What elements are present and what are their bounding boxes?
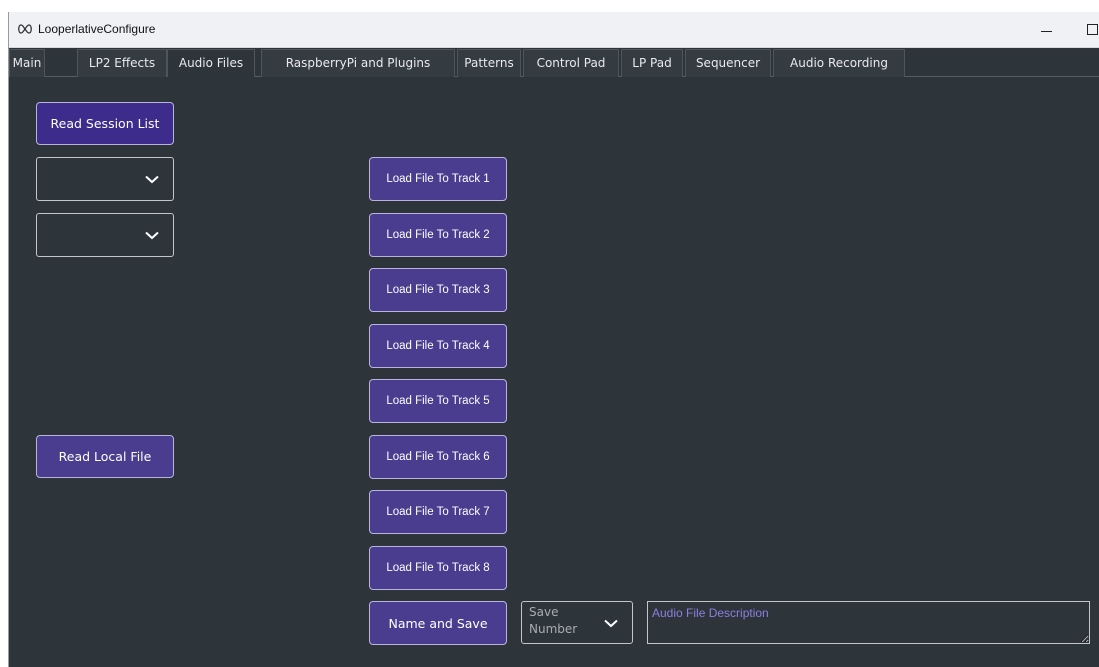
app-window: LooperlativeConfigure Main LP2 Effects A… — [8, 12, 1099, 667]
chevron-down-icon — [145, 175, 159, 184]
title-bar: LooperlativeConfigure — [9, 12, 1099, 48]
read-local-file-button[interactable]: Read Local File — [36, 435, 174, 478]
tab-lp2-effects[interactable]: LP2 Effects — [77, 49, 167, 77]
load-track-4-button[interactable]: Load File To Track 4 — [369, 324, 507, 368]
load-track-7-button[interactable]: Load File To Track 7 — [369, 490, 507, 534]
load-track-8-button[interactable]: Load File To Track 8 — [369, 546, 507, 590]
audio-file-description-input[interactable] — [647, 601, 1090, 644]
save-number-line2: Number — [529, 622, 578, 636]
tab-lp-pad[interactable]: LP Pad — [621, 49, 683, 77]
tab-control-pad[interactable]: Control Pad — [523, 49, 619, 77]
tab-audio-recording[interactable]: Audio Recording — [773, 49, 905, 77]
window-title: LooperlativeConfigure — [38, 22, 156, 36]
infinity-loop-icon — [18, 24, 32, 34]
tab-main[interactable]: Main — [9, 49, 45, 77]
chevron-down-icon — [145, 231, 159, 240]
file-select[interactable] — [36, 213, 174, 257]
load-track-5-button[interactable]: Load File To Track 5 — [369, 379, 507, 423]
chevron-down-icon — [604, 619, 618, 628]
tab-patterns[interactable]: Patterns — [457, 49, 521, 77]
tab-raspberrypi-and-plugins[interactable]: RaspberryPi and Plugins — [261, 49, 455, 77]
name-and-save-button[interactable]: Name and Save — [369, 601, 507, 645]
save-number-line1: Save — [529, 605, 559, 619]
tab-bar: Main LP2 Effects Audio Files RaspberryPi… — [9, 49, 1099, 77]
maximize-button[interactable] — [1087, 24, 1098, 35]
load-track-3-button[interactable]: Load File To Track 3 — [369, 268, 507, 312]
load-track-1-button[interactable]: Load File To Track 1 — [369, 157, 507, 201]
read-session-list-button[interactable]: Read Session List — [36, 102, 174, 145]
session-select[interactable] — [36, 157, 174, 201]
tab-audio-files[interactable]: Audio Files — [167, 49, 255, 77]
save-number-placeholder: Save Number — [529, 604, 577, 638]
load-track-2-button[interactable]: Load File To Track 2 — [369, 213, 507, 257]
save-number-select[interactable]: Save Number — [521, 601, 633, 644]
load-track-6-button[interactable]: Load File To Track 6 — [369, 435, 507, 479]
minimize-button[interactable] — [1037, 19, 1057, 39]
tab-sequencer[interactable]: Sequencer — [685, 49, 771, 77]
